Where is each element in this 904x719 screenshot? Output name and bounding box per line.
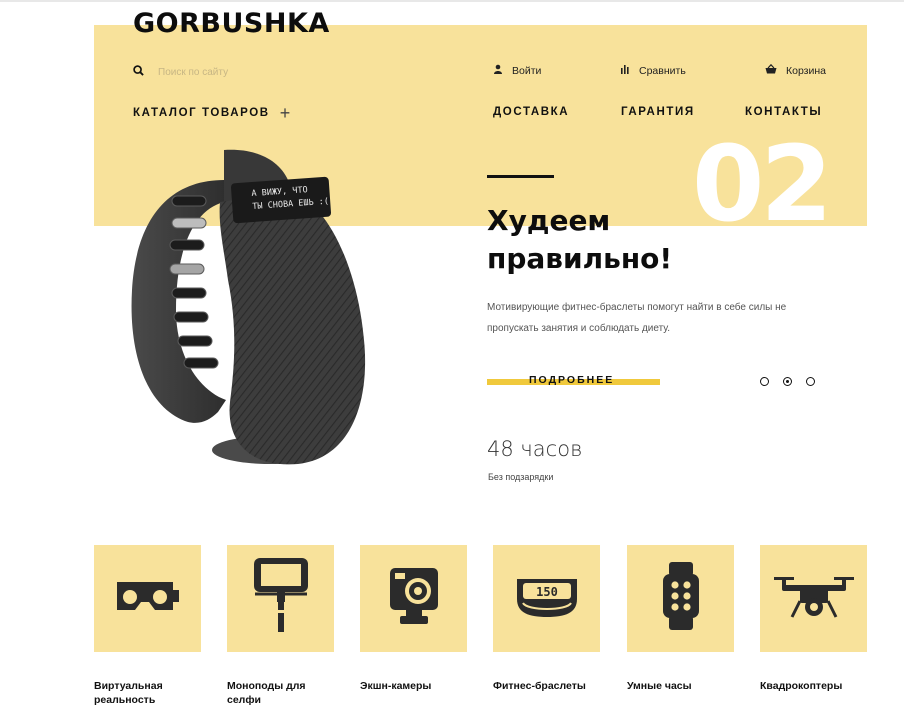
category-label: Виртуальная реальность (94, 680, 163, 706)
compare-label: Сравнить (639, 64, 686, 77)
category-tile (627, 545, 734, 652)
search-icon[interactable] (133, 63, 144, 81)
more-button[interactable]: ПОДРОБНЕЕ (487, 374, 660, 386)
search-input[interactable] (158, 66, 278, 78)
category-label: Фитнес-браслеты (493, 680, 586, 692)
selfie-stick-icon (251, 556, 311, 641)
fitness-band-image: А ВИЖУ, ЧТО ТЫ СНОВА ЕШЬ :( (128, 140, 373, 475)
search-bar (133, 63, 278, 81)
site-logo[interactable]: GORBUSHKA (133, 8, 330, 39)
nav-contacts[interactable]: КОНТАКТЫ (745, 106, 822, 118)
category-tile: 150 (493, 545, 600, 652)
compare-link[interactable]: Сравнить (620, 64, 686, 77)
category-selfie-sticks[interactable]: Моноподы для селфи (227, 545, 334, 706)
slide-description: Мотивирующие фитнес-браслеты помогут най… (487, 302, 787, 334)
category-action-cameras[interactable]: Экшн-камеры (360, 545, 467, 692)
catalog-menu[interactable]: КАТАЛОГ ТОВАРОВ + (133, 103, 291, 123)
battery-stat-value: 48 часов (487, 437, 583, 461)
catalog-label: КАТАЛОГ ТОВАРОВ (133, 107, 270, 119)
category-label: Умные часы (627, 680, 692, 692)
vr-headset-icon (113, 576, 183, 621)
plus-icon: + (279, 103, 291, 123)
login-link[interactable]: Войти (493, 64, 541, 77)
nav-warranty[interactable]: ГАРАНТИЯ (621, 106, 695, 118)
category-label: Квадрокоптеры (760, 680, 843, 692)
cart-link[interactable]: Корзина (765, 63, 826, 77)
smartwatch-icon (661, 562, 701, 635)
battery-stat-label: Без подзарядки (488, 472, 554, 482)
slider-pagination (760, 377, 815, 386)
user-icon (493, 64, 503, 77)
slider-dot-1[interactable] (760, 377, 769, 386)
slide-headline: Худеем правильно! (487, 204, 673, 275)
category-tile (360, 545, 467, 652)
category-tile (227, 545, 334, 652)
login-label: Войти (512, 64, 542, 77)
category-fitness-bands[interactable]: 150 Фитнес-браслеты (493, 545, 600, 692)
action-camera-icon (386, 564, 442, 633)
more-button-label: ПОДРОБНЕЕ (529, 374, 615, 386)
top-divider (0, 0, 904, 2)
basket-icon (765, 63, 777, 77)
category-smartwatches[interactable]: Умные часы (627, 545, 734, 692)
bars-icon (620, 64, 630, 77)
slider-dot-3[interactable] (806, 377, 815, 386)
fitness-band-icon-text: 150 (536, 585, 558, 599)
category-tile (94, 545, 201, 652)
category-label: Экшн-камеры (360, 680, 432, 692)
category-tile (760, 545, 867, 652)
category-vr[interactable]: Виртуальная реальность (94, 545, 201, 706)
category-label: Моноподы для селфи (227, 680, 306, 706)
drone-icon (772, 571, 856, 626)
nav-delivery[interactable]: ДОСТАВКА (493, 106, 569, 118)
cart-label: Корзина (786, 64, 826, 77)
slider-dot-2[interactable] (783, 377, 792, 386)
slide-divider (487, 175, 554, 178)
fitness-band-icon: 150 (511, 573, 583, 624)
category-drones[interactable]: Квадрокоптеры (760, 545, 867, 692)
